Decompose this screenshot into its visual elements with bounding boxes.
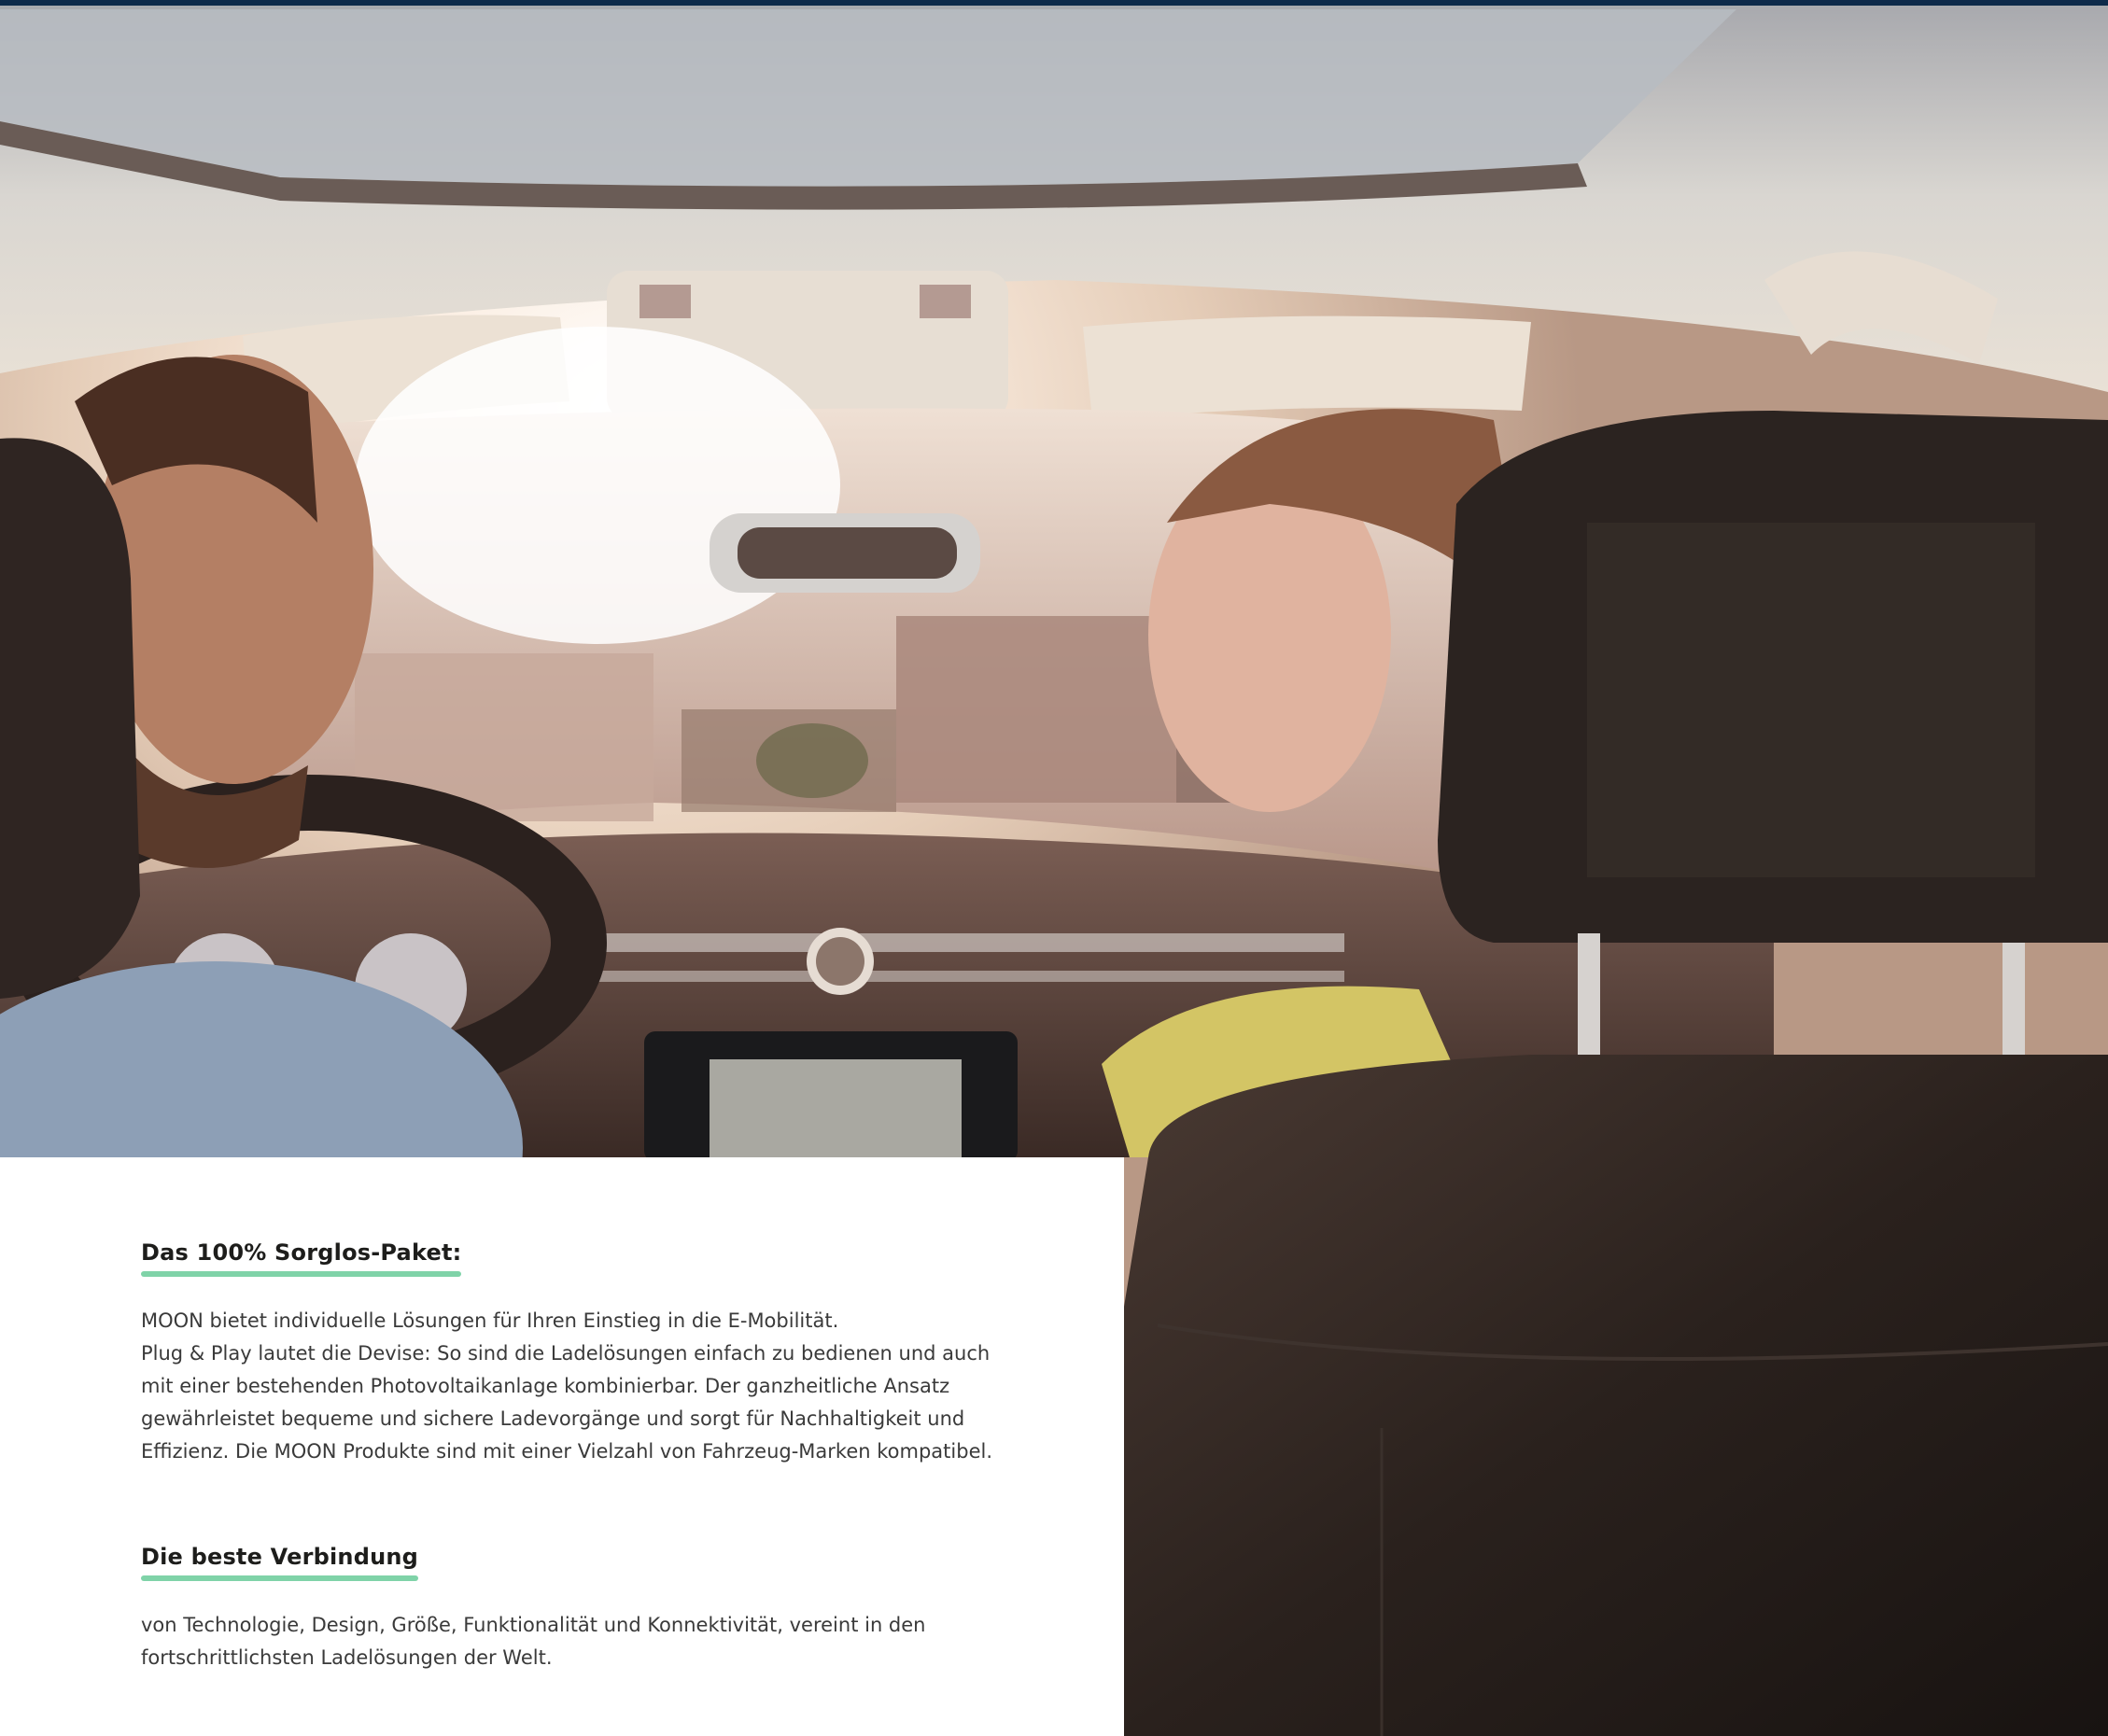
section-heading-wrap: Das 100% Sorglos-Paket:	[141, 1239, 462, 1284]
section-body: MOON bietet individuelle Lösungen für Ih…	[141, 1305, 1065, 1468]
heading-underline	[141, 1271, 462, 1277]
section-heading: Die beste Verbindung	[141, 1544, 419, 1570]
top-strip	[0, 0, 2108, 6]
body-line: von Technologie, Design, Größe, Funktion…	[141, 1614, 926, 1636]
body-line: Plug & Play lautet die Devise: So sind d…	[141, 1342, 991, 1365]
section-heading: Das 100% Sorglos-Paket:	[141, 1239, 462, 1266]
body-line: MOON bietet individuelle Lösungen für Ih…	[141, 1309, 839, 1332]
section-heading-wrap: Die beste Verbindung	[141, 1544, 419, 1589]
section-body: von Technologie, Design, Größe, Funktion…	[141, 1609, 1065, 1674]
info-panel: Das 100% Sorglos-Paket: MOON bietet indi…	[0, 1157, 1124, 1736]
body-line: mit einer bestehenden Photovoltaikanlage…	[141, 1375, 950, 1397]
heading-underline	[141, 1575, 419, 1581]
body-line: fortschrittlichsten Ladelösungen der Wel…	[141, 1646, 553, 1669]
section-beste-verbindung: Die beste Verbindung von Technologie, De…	[141, 1544, 1065, 1674]
body-line: gewährleistet bequeme und sichere Ladevo…	[141, 1407, 965, 1430]
section-sorglos-paket: Das 100% Sorglos-Paket: MOON bietet indi…	[141, 1239, 1065, 1468]
body-line: Effizienz. Die MOON Produkte sind mit ei…	[141, 1440, 992, 1463]
